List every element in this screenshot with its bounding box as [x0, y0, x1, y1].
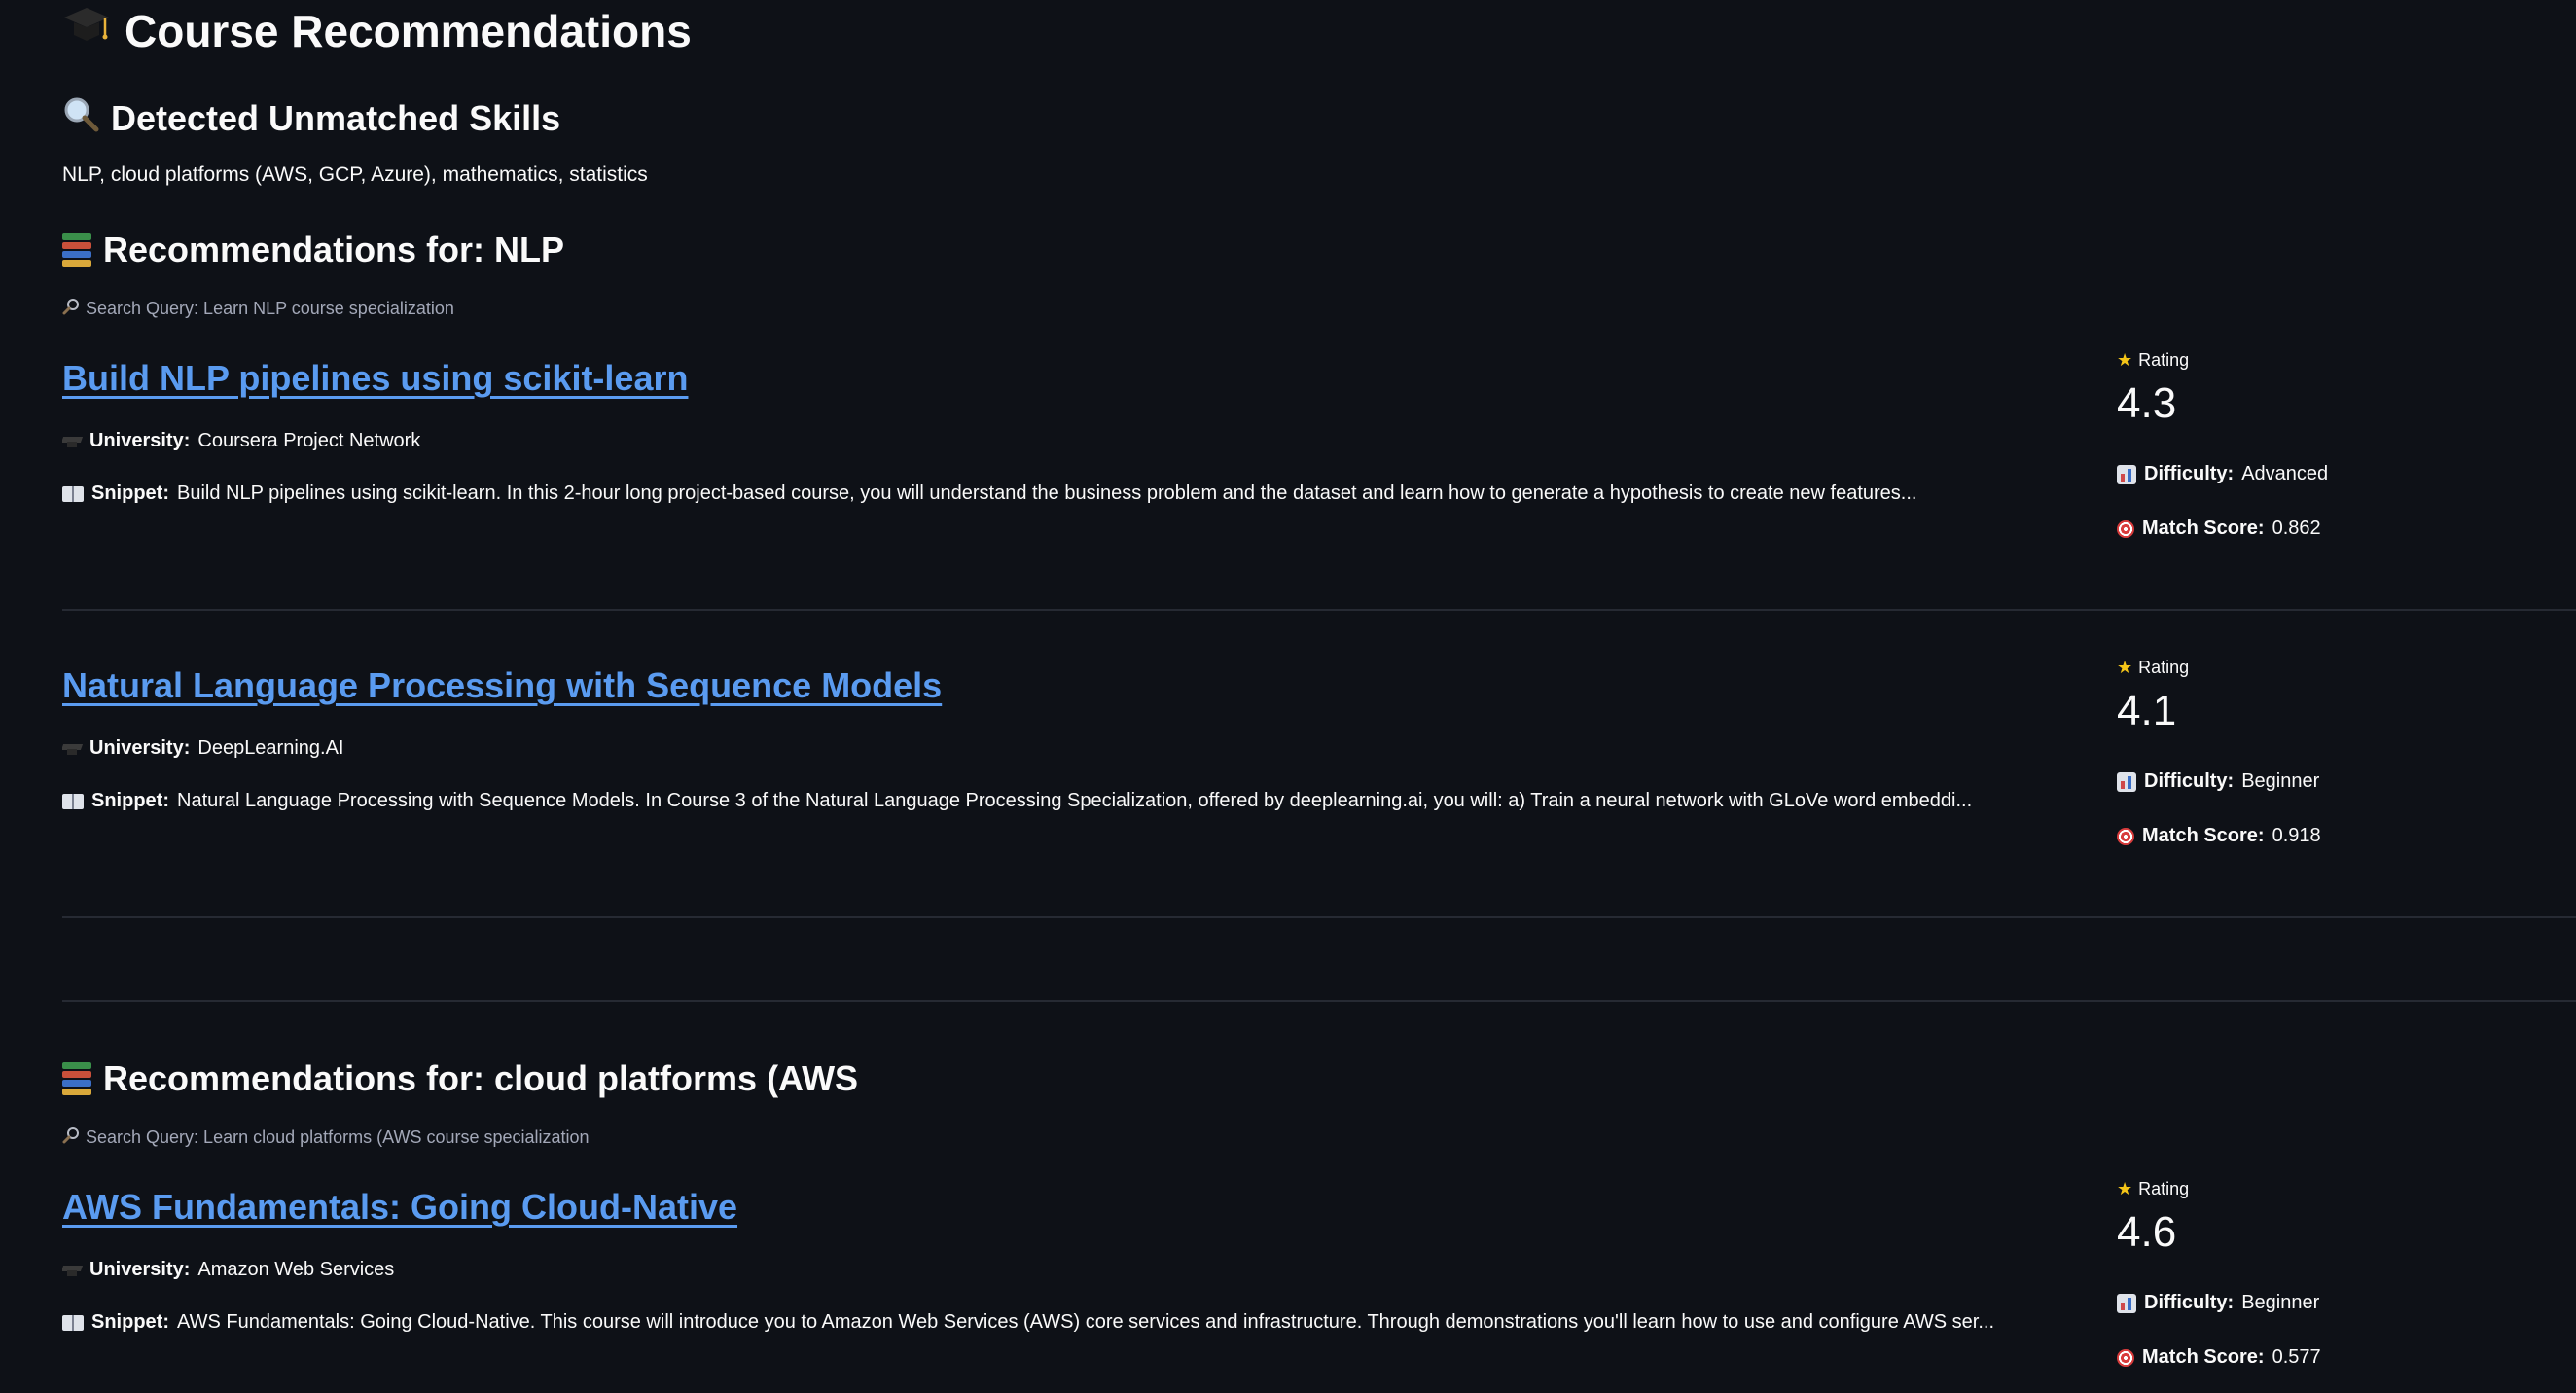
snippet-label: Snippet: — [91, 1311, 169, 1333]
university-label: University: — [89, 430, 191, 451]
section-divider — [62, 1000, 2576, 1002]
university-value: Coursera Project Network — [197, 430, 421, 451]
divider — [62, 916, 2576, 918]
open-book-icon — [62, 793, 84, 809]
app-page: Course Recommendations Detected Unmatche… — [0, 0, 2576, 1393]
match-score-value: 0.918 — [2272, 825, 2321, 846]
university-value: DeepLearning.AI — [197, 737, 344, 759]
open-book-icon — [62, 485, 84, 502]
snippet-value: Natural Language Processing with Sequenc… — [177, 790, 1973, 811]
graduation-cap-icon — [62, 4, 111, 57]
star-icon: ★ — [2117, 1179, 2133, 1198]
magnifying-glass-icon — [62, 1126, 80, 1149]
course-snippet: Snippet: Natural Language Processing wit… — [62, 790, 1972, 812]
divider — [62, 609, 2576, 611]
open-book-icon — [62, 1314, 84, 1331]
course-university: University: Amazon Web Services — [62, 1259, 394, 1281]
section-heading-nlp: Recommendations for: NLP — [62, 230, 564, 270]
section-heading-cloud: Recommendations for: cloud platforms (AW… — [62, 1058, 858, 1099]
course-difficulty: Difficulty: Advanced — [2117, 463, 2328, 485]
search-query-cloud: Search Query: Learn cloud platforms (AWS… — [62, 1126, 590, 1149]
difficulty-value: Advanced — [2241, 463, 2329, 484]
target-icon — [2117, 1348, 2134, 1367]
books-icon — [62, 233, 91, 267]
rating-label: ★ Rating — [2117, 350, 2190, 370]
magnifying-glass-icon — [62, 95, 99, 141]
difficulty-value: Beginner — [2241, 770, 2320, 792]
books-icon — [62, 1062, 91, 1095]
rating-label: ★ Rating — [2117, 658, 2190, 677]
rating-value: 4.1 — [2117, 687, 2177, 734]
snippet-value: AWS Fundamentals: Going Cloud-Native. Th… — [177, 1311, 1995, 1333]
search-query-nlp: Search Query: Learn NLP course specializ… — [62, 298, 454, 320]
rating-value: 4.3 — [2117, 379, 2177, 427]
target-icon — [2117, 827, 2134, 845]
snippet-label: Snippet: — [91, 790, 169, 811]
difficulty-value: Beginner — [2241, 1292, 2320, 1313]
star-icon: ★ — [2117, 350, 2133, 370]
search-query-text: Search Query: Learn NLP course specializ… — [86, 299, 454, 318]
university-value: Amazon Web Services — [197, 1259, 395, 1280]
bar-chart-icon — [2117, 771, 2136, 792]
rating-value: 4.6 — [2117, 1208, 2177, 1256]
bar-chart-icon — [2117, 1293, 2136, 1313]
university-label: University: — [89, 737, 191, 759]
target-icon — [2117, 519, 2134, 538]
course-match-score: Match Score: 0.918 — [2117, 825, 2321, 847]
page-title-text: Course Recommendations — [125, 5, 692, 56]
course-university: University: Coursera Project Network — [62, 430, 420, 452]
course-title-link[interactable]: Natural Language Processing with Sequenc… — [62, 665, 942, 706]
section-heading-text: Recommendations for: NLP — [103, 230, 565, 269]
match-score-value: 0.577 — [2272, 1346, 2321, 1368]
course-university: University: DeepLearning.AI — [62, 737, 343, 760]
skills-heading-text: Detected Unmatched Skills — [111, 97, 561, 138]
bar-chart-icon — [2117, 464, 2136, 484]
course-difficulty: Difficulty: Beginner — [2117, 770, 2319, 793]
course-match-score: Match Score: 0.577 — [2117, 1346, 2321, 1369]
rating-label: ★ Rating — [2117, 1179, 2190, 1198]
course-title-link[interactable]: AWS Fundamentals: Going Cloud-Native — [62, 1187, 737, 1228]
snippet-value: Build NLP pipelines using scikit-learn. … — [177, 482, 1917, 504]
page-title: Course Recommendations — [62, 4, 692, 57]
course-snippet: Snippet: Build NLP pipelines using sciki… — [62, 482, 1916, 505]
graduation-cap-icon — [62, 1264, 82, 1277]
skills-heading: Detected Unmatched Skills — [62, 95, 560, 141]
university-label: University: — [89, 1259, 191, 1280]
star-icon: ★ — [2117, 658, 2133, 677]
search-query-text: Search Query: Learn cloud platforms (AWS… — [86, 1127, 590, 1147]
section-heading-text: Recommendations for: cloud platforms (AW… — [103, 1058, 859, 1098]
graduation-cap-icon — [62, 435, 82, 448]
match-score-value: 0.862 — [2272, 518, 2321, 539]
magnifying-glass-icon — [62, 298, 80, 320]
unmatched-skills-text: NLP, cloud platforms (AWS, GCP, Azure), … — [62, 163, 648, 186]
course-title-link[interactable]: Build NLP pipelines using scikit-learn — [62, 358, 688, 399]
graduation-cap-icon — [62, 742, 82, 756]
course-match-score: Match Score: 0.862 — [2117, 518, 2321, 540]
course-snippet: Snippet: AWS Fundamentals: Going Cloud-N… — [62, 1311, 1994, 1334]
snippet-label: Snippet: — [91, 482, 169, 504]
course-difficulty: Difficulty: Beginner — [2117, 1292, 2319, 1314]
